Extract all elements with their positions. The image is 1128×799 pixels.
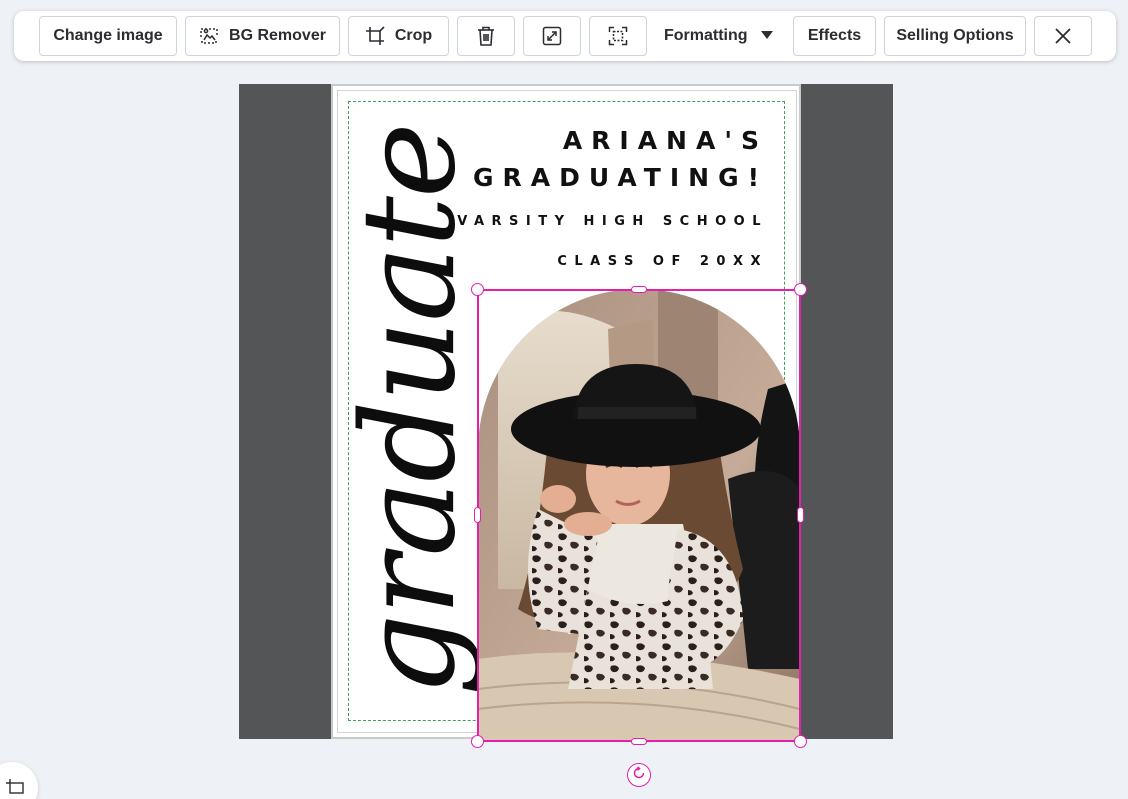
resize-handle-bottom[interactable]	[631, 738, 647, 745]
title-line-1[interactable]: ARIANA'S	[563, 126, 768, 155]
crop-frame-tool-button[interactable]	[0, 762, 38, 799]
caret-down-icon	[760, 27, 774, 45]
resize-handle-left[interactable]	[474, 507, 481, 523]
script-graduate-text[interactable]: graduate	[335, 124, 484, 695]
close-toolbar-button[interactable]	[1034, 16, 1092, 56]
class-year[interactable]: CLASS OF 20XX	[557, 254, 768, 269]
resize-handle-bottom-left[interactable]	[471, 735, 484, 748]
effects-label: Effects	[807, 27, 862, 44]
image-toolbar: Change image BG Remover Crop Formatting …	[14, 11, 1116, 61]
fit-frame-button[interactable]	[589, 16, 647, 56]
effects-button[interactable]: Effects	[793, 16, 876, 56]
bg-remover-button[interactable]: BG Remover	[185, 16, 340, 56]
formatting-dropdown[interactable]: Formatting	[664, 16, 774, 56]
resize-handle-right[interactable]	[797, 507, 804, 523]
selection-frame	[477, 289, 801, 742]
close-icon	[1055, 28, 1071, 44]
resize-handle-top-right[interactable]	[794, 283, 807, 296]
rotate-icon	[632, 765, 646, 785]
crop-button[interactable]: Crop	[348, 16, 449, 56]
trash-icon	[477, 26, 495, 46]
title-line-2[interactable]: GRADUATING!	[473, 163, 768, 192]
crop-icon	[365, 26, 385, 46]
fit-frame-icon	[608, 26, 628, 46]
selling-options-label: Selling Options	[896, 27, 1014, 44]
rotate-handle[interactable]	[627, 763, 651, 787]
crop-label: Crop	[394, 27, 433, 44]
bg-remover-icon	[199, 26, 219, 46]
resize-handle-bottom-right[interactable]	[794, 735, 807, 748]
change-image-button[interactable]: Change image	[39, 16, 177, 56]
change-image-label: Change image	[53, 27, 163, 44]
selling-options-button[interactable]: Selling Options	[884, 16, 1026, 56]
expand-icon	[542, 26, 562, 46]
delete-button[interactable]	[457, 16, 515, 56]
bg-remover-label: BG Remover	[229, 27, 326, 44]
resize-handle-top[interactable]	[631, 286, 647, 293]
expand-button[interactable]	[523, 16, 581, 56]
resize-handle-top-left[interactable]	[471, 283, 484, 296]
school-name[interactable]: VARSITY HIGH SCHOOL	[457, 214, 768, 229]
formatting-label: Formatting	[664, 27, 748, 44]
